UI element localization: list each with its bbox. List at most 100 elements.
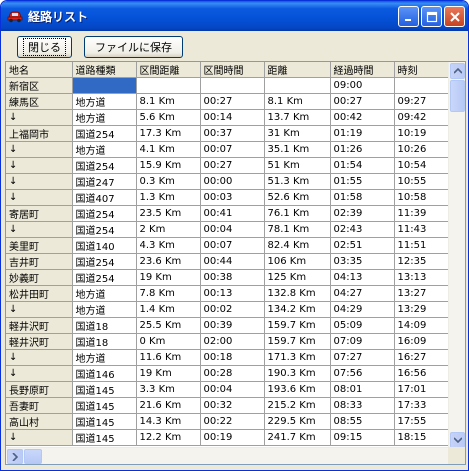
table-row[interactable]: 軽井沢町 国道18 0 Km 02:00 159.7 Km 07:09 16:09 (6, 333, 450, 350)
table-cell[interactable]: 16:09 (394, 333, 450, 350)
table-cell[interactable]: 00:13 (200, 285, 265, 302)
table-cell[interactable]: 13:27 (394, 285, 450, 302)
table-cell[interactable]: 10:54 (394, 157, 450, 174)
column-header[interactable]: 区間時間 (200, 62, 265, 78)
table-cell[interactable]: 00:32 (200, 397, 265, 414)
table-cell[interactable]: 00:38 (200, 269, 265, 286)
table-cell[interactable]: 13:29 (394, 301, 450, 318)
table-cell[interactable]: 00:44 (200, 253, 265, 270)
table-cell[interactable]: 12:35 (394, 253, 450, 270)
table-cell[interactable]: 11:39 (394, 205, 450, 222)
minimize-button[interactable] (398, 6, 419, 27)
table-cell[interactable]: 193.6 Km (264, 381, 331, 398)
table-row[interactable]: ↓ 地方道 11.6 Km 00:18 171.3 Km 07:27 16:27 (6, 349, 450, 366)
close-button[interactable] (444, 6, 465, 27)
table-cell[interactable]: 15.9 Km (136, 157, 201, 174)
place-name-cell[interactable]: ↓ (6, 173, 73, 190)
table-row[interactable]: ↓ 地方道 4.1 Km 00:07 35.1 Km 01:26 10:26 (6, 141, 450, 158)
table-cell[interactable]: 08:55 (330, 413, 395, 430)
table-cell[interactable]: 11:43 (394, 221, 450, 238)
place-name-cell[interactable]: ↓ (6, 221, 73, 238)
table-cell[interactable]: 4.3 Km (136, 237, 201, 254)
table-cell[interactable]: 171.3 Km (264, 349, 331, 366)
table-cell[interactable]: 106 Km (264, 253, 331, 270)
table-cell[interactable]: 00:04 (200, 381, 265, 398)
table-cell[interactable]: 04:27 (330, 285, 395, 302)
place-name-cell[interactable]: 上福岡市 (6, 125, 73, 142)
table-cell[interactable]: 25.5 Km (136, 317, 201, 334)
column-header[interactable]: 地名 (6, 62, 73, 78)
table-cell[interactable]: 07:27 (330, 349, 395, 366)
table-row[interactable]: 上福岡市 国道254 17.3 Km 00:37 31 Km 01:19 10:19 (6, 125, 450, 142)
table-row[interactable]: 吾妻町 国道145 21.6 Km 00:32 215.2 Km 08:33 17:33 (6, 397, 450, 414)
table-cell[interactable]: 00:22 (200, 413, 265, 430)
table-cell[interactable]: 159.7 Km (264, 317, 331, 334)
table-cell[interactable]: 国道145 (72, 381, 137, 398)
table-cell[interactable]: 地方道 (72, 349, 137, 366)
table-cell[interactable]: 10:19 (394, 125, 450, 142)
table-cell[interactable]: 00:07 (200, 141, 265, 158)
table-cell[interactable]: 35.1 Km (264, 141, 331, 158)
table-cell[interactable]: 国道254 (72, 221, 137, 238)
table-cell[interactable] (136, 77, 201, 94)
table-cell[interactable]: 18:15 (394, 429, 450, 446)
table-row[interactable]: ↓ 国道254 2 Km 00:04 78.1 Km 02:43 11:43 (6, 221, 450, 238)
column-header[interactable]: 時刻 (394, 62, 450, 78)
table-cell[interactable]: 00:19 (200, 429, 265, 446)
horizontal-scroll-thumb[interactable] (24, 449, 42, 464)
place-name-cell[interactable]: 吾妻町 (6, 397, 73, 414)
table-cell[interactable]: 17:55 (394, 413, 450, 430)
place-name-cell[interactable]: ↓ (6, 365, 73, 382)
table-cell[interactable]: 23.5 Km (136, 205, 201, 222)
column-header[interactable]: 道路種類 (72, 62, 137, 78)
table-cell[interactable]: 02:39 (330, 205, 395, 222)
table-cell[interactable]: 01:54 (330, 157, 395, 174)
table-cell[interactable]: 地方道 (72, 301, 137, 318)
table-cell[interactable]: 04:13 (330, 269, 395, 286)
table-cell[interactable]: 07:09 (330, 333, 395, 350)
table-cell[interactable]: 00:37 (200, 125, 265, 142)
table-cell[interactable]: 19 Km (136, 365, 201, 382)
table-cell[interactable]: 14.3 Km (136, 413, 201, 430)
table-row[interactable]: 寄居町 国道254 23.5 Km 00:41 76.1 Km 02:39 11:39 (6, 205, 450, 222)
table-cell[interactable]: 国道145 (72, 397, 137, 414)
vertical-scroll-thumb[interactable] (450, 80, 465, 112)
table-cell[interactable]: 01:55 (330, 173, 395, 190)
place-name-cell[interactable]: ↓ (6, 301, 73, 318)
table-cell[interactable]: 国道145 (72, 413, 137, 430)
table-cell[interactable] (264, 77, 331, 94)
place-name-cell[interactable]: 妙義町 (6, 269, 73, 286)
place-name-cell[interactable]: 松井田町 (6, 285, 73, 302)
table-cell[interactable]: 215.2 Km (264, 397, 331, 414)
table-cell[interactable]: 00:27 (200, 157, 265, 174)
table-cell[interactable]: 52.6 Km (264, 189, 331, 206)
table-row[interactable]: 妙義町 国道254 19 Km 00:38 125 Km 04:13 13:13 (6, 269, 450, 286)
table-cell[interactable]: 00:00 (200, 173, 265, 190)
table-cell[interactable]: 00:07 (200, 237, 265, 254)
maximize-button[interactable] (421, 6, 442, 27)
table-cell[interactable]: 02:51 (330, 237, 395, 254)
table-cell[interactable]: 地方道 (72, 109, 137, 126)
column-header[interactable]: 区間距離 (136, 62, 201, 78)
table-cell[interactable]: 00:14 (200, 109, 265, 126)
table-cell[interactable]: 国道254 (72, 157, 137, 174)
table-cell[interactable]: 8.1 Km (264, 93, 331, 110)
table-cell[interactable]: 134.2 Km (264, 301, 331, 318)
place-name-cell[interactable]: 長野原町 (6, 381, 73, 398)
scroll-right-button[interactable] (7, 449, 23, 464)
table-cell[interactable]: 国道254 (72, 125, 137, 142)
table-cell[interactable]: 11.6 Km (136, 349, 201, 366)
table-row[interactable]: ↓ 国道145 12.2 Km 00:19 241.7 Km 09:15 18:15 (6, 429, 450, 446)
place-name-cell[interactable]: ↓ (6, 189, 73, 206)
table-cell[interactable]: 14:09 (394, 317, 450, 334)
table-cell[interactable]: 7.8 Km (136, 285, 201, 302)
table-cell[interactable]: 02:00 (200, 333, 265, 350)
table-cell[interactable]: 01:26 (330, 141, 395, 158)
place-name-cell[interactable]: 吉井町 (6, 253, 73, 270)
table-row[interactable]: ↓ 国道146 19 Km 00:28 190.3 Km 07:56 16:56 (6, 365, 450, 382)
table-cell[interactable]: 国道407 (72, 189, 137, 206)
place-name-cell[interactable]: 軽井沢町 (6, 317, 73, 334)
table-cell[interactable]: 241.7 Km (264, 429, 331, 446)
vertical-scrollbar[interactable] (448, 62, 465, 449)
table-cell[interactable]: 10:58 (394, 189, 450, 206)
